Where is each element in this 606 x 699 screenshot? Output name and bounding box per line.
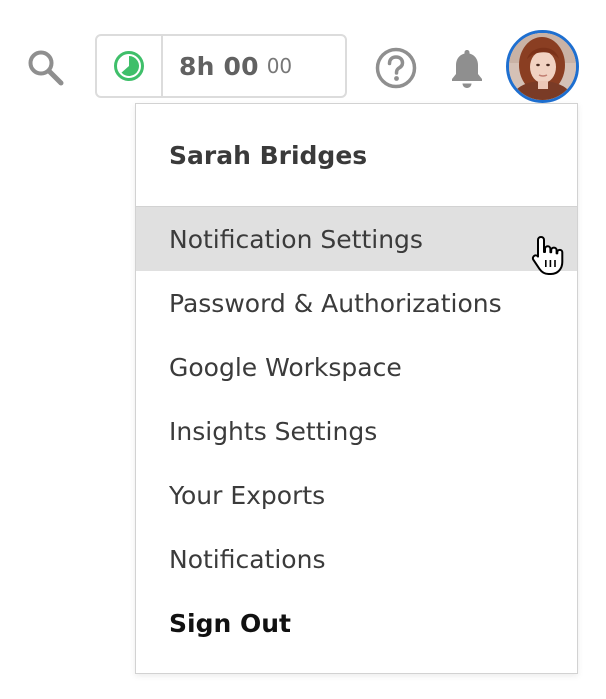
- menu-item-notification-settings[interactable]: Notification Settings: [136, 207, 577, 271]
- search-button[interactable]: [26, 48, 66, 88]
- search-icon: [28, 50, 64, 86]
- notifications-button[interactable]: [446, 46, 488, 90]
- user-avatar[interactable]: [506, 30, 579, 103]
- timer-clock-icon: [114, 51, 144, 81]
- menu-item-insights-settings[interactable]: Insights Settings: [136, 399, 577, 463]
- menu-items: Notification Settings Password & Authori…: [136, 207, 577, 655]
- timer-widget[interactable]: 8h 00 00: [95, 34, 347, 98]
- user-dropdown-menu: Sarah Bridges Notification Settings Pass…: [135, 103, 578, 674]
- menu-item-google-workspace[interactable]: Google Workspace: [136, 335, 577, 399]
- menu-item-your-exports[interactable]: Your Exports: [136, 463, 577, 527]
- menu-item-sign-out[interactable]: Sign Out: [136, 591, 577, 655]
- help-button[interactable]: [374, 46, 418, 90]
- timer-display: 8h 00 00: [163, 36, 345, 96]
- menu-item-password-authorizations[interactable]: Password & Authorizations: [136, 271, 577, 335]
- timer-toggle[interactable]: [97, 36, 163, 96]
- top-toolbar: 8h 00 00: [0, 0, 606, 104]
- avatar-photo: [509, 33, 576, 100]
- bell-icon: [452, 50, 482, 88]
- help-circle-icon: [375, 47, 417, 89]
- menu-user-name: Sarah Bridges: [136, 104, 577, 207]
- menu-item-notifications[interactable]: Notifications: [136, 527, 577, 591]
- timer-hours-minutes: 8h 00: [179, 51, 259, 81]
- timer-seconds: 00: [266, 54, 293, 78]
